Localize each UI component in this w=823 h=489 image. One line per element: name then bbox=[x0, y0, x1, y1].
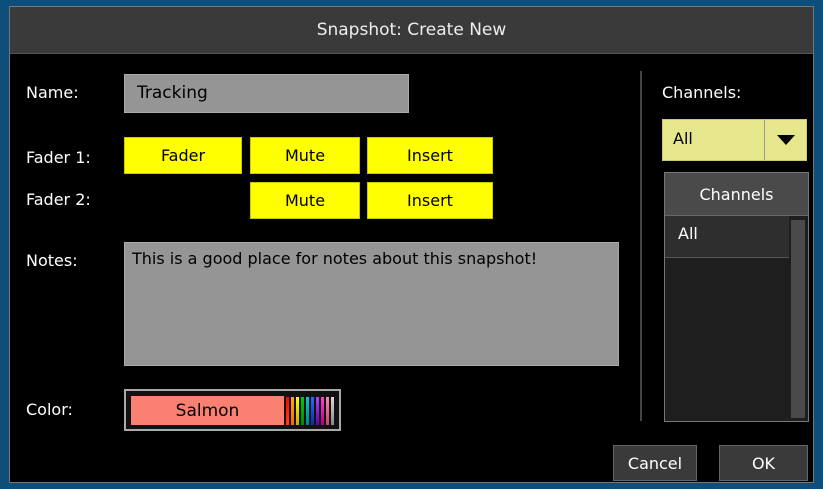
vertical-divider bbox=[640, 71, 642, 421]
fader2-insert-button[interactable]: Insert bbox=[367, 182, 493, 219]
notes-label: Notes: bbox=[26, 251, 78, 270]
channels-scrollbar[interactable] bbox=[791, 220, 805, 418]
snapshot-dialog: Snapshot: Create New Name: Tracking Fade… bbox=[9, 6, 814, 483]
channels-list: Channels All bbox=[664, 172, 809, 422]
fader1-label: Fader 1: bbox=[26, 148, 91, 167]
fader2-label: Fader 2: bbox=[26, 190, 91, 209]
list-item[interactable]: All bbox=[665, 216, 789, 258]
color-swatch[interactable]: Salmon bbox=[131, 396, 284, 425]
name-field[interactable]: Tracking bbox=[124, 74, 409, 113]
channels-list-header: Channels bbox=[665, 173, 808, 216]
cancel-button[interactable]: Cancel bbox=[613, 445, 697, 481]
name-label: Name: bbox=[26, 83, 79, 102]
fader2-mute-button[interactable]: Mute bbox=[250, 182, 360, 219]
notes-field[interactable]: This is a good place for notes about thi… bbox=[124, 242, 619, 366]
dialog-title: Snapshot: Create New bbox=[10, 7, 813, 54]
channels-label: Channels: bbox=[662, 83, 742, 102]
color-label: Color: bbox=[26, 400, 73, 419]
fader1-insert-button[interactable]: Insert bbox=[367, 137, 493, 174]
channels-dropdown[interactable]: All bbox=[662, 119, 807, 161]
fader1-mute-button[interactable]: Mute bbox=[250, 137, 360, 174]
color-palette-icon[interactable] bbox=[286, 394, 338, 428]
fader1-fader-button[interactable]: Fader bbox=[124, 137, 242, 174]
channels-dropdown-value: All bbox=[673, 129, 693, 148]
ok-button[interactable]: OK bbox=[719, 445, 808, 481]
color-picker[interactable]: Salmon bbox=[124, 389, 341, 431]
chevron-down-icon[interactable] bbox=[764, 120, 806, 160]
